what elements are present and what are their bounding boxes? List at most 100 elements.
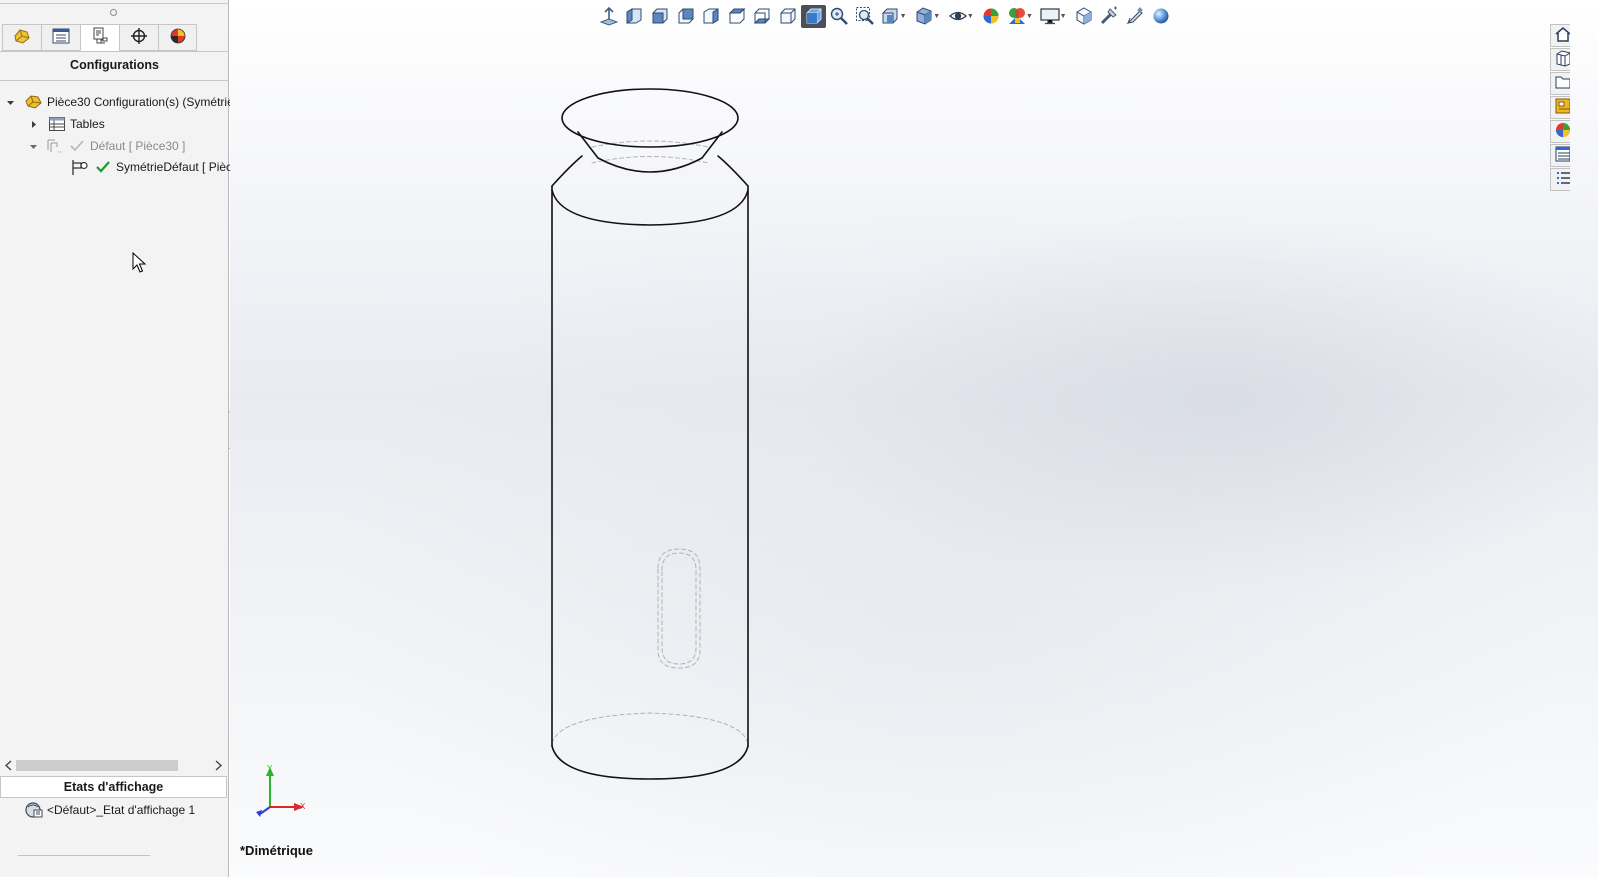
view-dimetric-button[interactable] <box>800 4 827 28</box>
task-list-tab[interactable] <box>1550 168 1570 191</box>
display-style-dropdown[interactable]: ▼ <box>933 5 941 28</box>
part-feature-tree-icon <box>12 27 32 48</box>
sketch-tools-button[interactable] <box>1122 5 1148 28</box>
view-back-icon <box>676 6 696 26</box>
apply-scene-dropdown[interactable]: ▼ <box>1026 5 1034 28</box>
tree-horizontal-scrollbar[interactable] <box>0 757 228 774</box>
derived-config-icon <box>70 158 90 176</box>
scroll-left-arrow-icon[interactable] <box>3 759 15 772</box>
tables-icon <box>47 115 67 133</box>
view-bottom-icon <box>752 6 772 26</box>
tree-tables-row[interactable]: Tables <box>27 114 105 134</box>
hidden-edges <box>551 140 749 744</box>
display-state-item[interactable]: <Défaut>_Etat d'affichage 1 <box>24 800 195 820</box>
view-orientation-label: *Dimétrique <box>240 843 313 858</box>
rebuild-button[interactable] <box>1097 5 1123 28</box>
view-palette-tab[interactable] <box>1550 96 1570 119</box>
tree-derived-config-row[interactable]: SymétrieDéfaut [ Pièce <box>70 157 239 177</box>
tree-root-row[interactable]: Pièce30 Configuration(s) (Symétrie <box>4 92 234 112</box>
view-front-icon <box>650 6 670 26</box>
graphics-area[interactable]: ▼ ▼ ▼ ▼ ▼ Y X *Dimétrique <box>230 0 1598 877</box>
dimxpert-target-icon <box>129 27 149 48</box>
custom-properties-tab[interactable] <box>1550 144 1570 167</box>
view-right-icon <box>701 6 721 26</box>
realview-button[interactable] <box>1148 5 1174 28</box>
triad-y-label: Y <box>267 764 273 773</box>
hide-show-items-icon <box>948 6 968 26</box>
title-divider <box>0 80 229 81</box>
view-isometric-icon <box>778 6 798 26</box>
solidworks-resources-icon <box>1554 25 1570 46</box>
grey-check-icon <box>67 137 87 155</box>
appearances-scenes-tab[interactable] <box>1550 120 1570 143</box>
realview-sphere-icon <box>1151 6 1171 26</box>
collapse-arrow-icon[interactable] <box>4 96 16 108</box>
view-bottom-button[interactable] <box>750 5 776 28</box>
section-view-icon <box>880 6 900 26</box>
displaymanager-tab[interactable] <box>158 24 197 51</box>
view-isometric-button[interactable] <box>775 5 801 28</box>
configuration-manager-icon <box>90 27 110 48</box>
custom-properties-icon <box>1554 145 1570 166</box>
tree-root-label: Pièce30 Configuration(s) (Symétrie <box>47 95 234 109</box>
file-explorer-tab[interactable] <box>1550 72 1570 95</box>
display-state-icon <box>24 801 44 819</box>
view-left-button[interactable] <box>622 5 648 28</box>
rebuild-icon <box>1099 6 1119 26</box>
view-top-icon <box>727 6 747 26</box>
edit-appearance-button[interactable] <box>978 5 1004 28</box>
propertymanager-tab[interactable] <box>41 24 80 51</box>
solidworks-resources-tab[interactable] <box>1550 24 1570 47</box>
apply-scene-icon <box>1007 6 1027 26</box>
visible-edges <box>551 88 749 780</box>
design-library-icon <box>1554 49 1570 70</box>
view-front-button[interactable] <box>647 5 673 28</box>
cube-view-icon <box>1074 6 1094 26</box>
panel-bottom-divider <box>18 855 150 856</box>
task-pane-tab-strip <box>1550 24 1570 192</box>
view-palette-icon <box>1554 97 1570 118</box>
panel-tab-bar <box>2 24 197 52</box>
tree-default-config-label: Défaut [ Pièce30 ] <box>90 139 186 153</box>
design-library-tab[interactable] <box>1550 48 1570 71</box>
configurationmanager-tab[interactable] <box>80 24 119 51</box>
display-state-label: <Défaut>_Etat d'affichage 1 <box>47 803 196 817</box>
normal-to-button[interactable] <box>596 5 622 28</box>
part-model-wireframe[interactable] <box>540 78 760 788</box>
zoom-to-area-button[interactable] <box>852 5 878 28</box>
view-dimetric-icon <box>804 6 824 26</box>
panel-collapse-grip[interactable] <box>110 9 117 16</box>
property-manager-icon <box>51 27 71 48</box>
tree-default-config-row[interactable]: Défaut [ Pièce30 ] <box>27 136 185 156</box>
edit-appearance-icon <box>981 6 1001 26</box>
reference-triad: Y X <box>256 764 306 817</box>
config-tree-icon <box>45 137 65 155</box>
panel-top-divider <box>0 3 229 4</box>
panel-title: Configurations <box>70 58 159 72</box>
featuremanager-tab[interactable] <box>2 24 41 51</box>
display-manager-icon <box>168 27 188 48</box>
cube-view-button[interactable] <box>1071 5 1097 28</box>
display-states-title: Etats d'affichage <box>0 776 227 798</box>
scroll-right-arrow-icon[interactable] <box>212 759 224 772</box>
zoom-to-fit-icon <box>829 6 849 26</box>
expand-arrow-icon[interactable] <box>27 118 39 130</box>
triad-x-label: X <box>300 802 306 811</box>
view-top-button[interactable] <box>724 5 750 28</box>
view-back-button[interactable] <box>673 5 699 28</box>
zoom-to-fit-button[interactable] <box>826 5 852 28</box>
section-view-dropdown[interactable]: ▼ <box>899 5 907 28</box>
sketch-tools-icon <box>1125 6 1145 26</box>
view-settings-icon <box>1039 6 1061 26</box>
zoom-to-area-icon <box>855 6 875 26</box>
file-explorer-icon <box>1554 73 1570 94</box>
collapse-arrow-icon[interactable] <box>27 140 39 152</box>
tree-derived-config-label: SymétrieDéfaut [ Pièce <box>116 160 239 174</box>
hide-show-items-dropdown[interactable]: ▼ <box>966 5 974 28</box>
tab-bar-underline <box>0 51 229 52</box>
dimxpertmanager-tab[interactable] <box>119 24 158 51</box>
view-right-button[interactable] <box>698 5 724 28</box>
view-settings-dropdown[interactable]: ▼ <box>1059 5 1067 28</box>
heads-up-view-toolbar: ▼ ▼ ▼ ▼ ▼ <box>596 4 1173 28</box>
scrollbar-thumb[interactable] <box>16 760 178 771</box>
